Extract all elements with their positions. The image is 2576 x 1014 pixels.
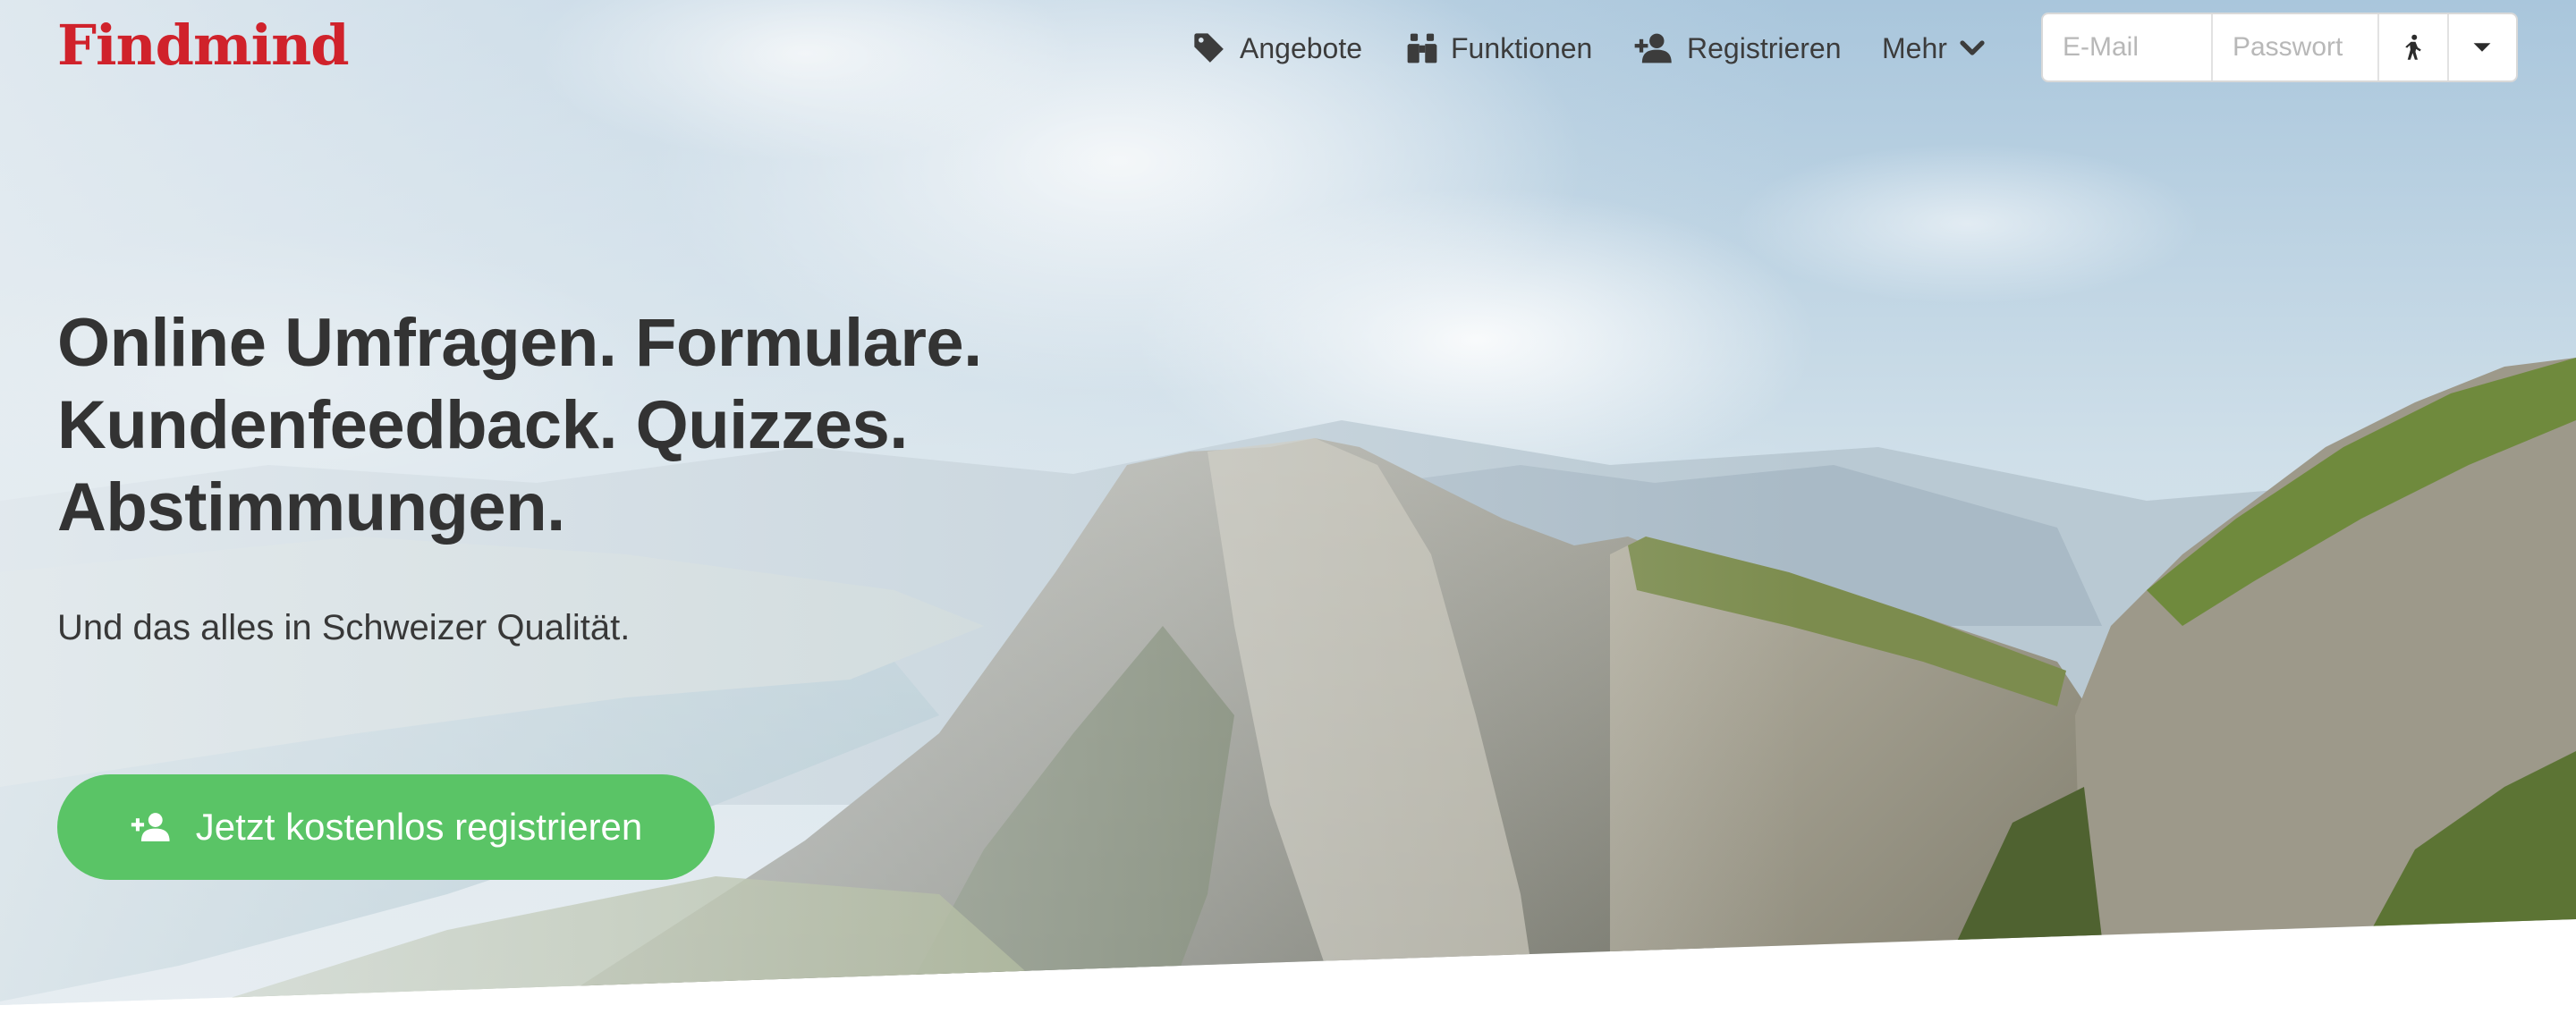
nav-item-label: Angebote bbox=[1240, 31, 1363, 64]
nav-item-label: Funktionen bbox=[1451, 31, 1593, 64]
hero-subline: Und das alles in Schweizer Qualität. bbox=[57, 608, 631, 647]
tag-icon bbox=[1194, 33, 1224, 63]
nav-item-angebote[interactable]: Angebote bbox=[1191, 23, 1362, 73]
user-plus-icon bbox=[131, 813, 170, 841]
binoculars-icon bbox=[1407, 33, 1437, 63]
headline-line: Abstimmungen. bbox=[57, 469, 565, 545]
headline-line: Kundenfeedback. Quizzes. bbox=[57, 387, 908, 463]
password-input[interactable] bbox=[2212, 14, 2377, 80]
login-options-button[interactable] bbox=[2449, 14, 2516, 80]
headline-line: Online Umfragen. Formulare. bbox=[57, 305, 982, 381]
login-form bbox=[2041, 13, 2518, 82]
walking-person-icon bbox=[2405, 34, 2421, 60]
nav-item-label: Mehr bbox=[1882, 31, 1947, 64]
nav-item-label: Registrieren bbox=[1687, 31, 1842, 64]
caret-down-icon bbox=[2474, 43, 2491, 52]
findmind-logo[interactable]: Findmind bbox=[57, 13, 350, 78]
user-plus-icon bbox=[1634, 33, 1672, 63]
register-free-button[interactable]: Jetzt kostenlos registrieren bbox=[57, 774, 715, 880]
nav-item-mehr[interactable]: Mehr bbox=[1882, 23, 1985, 73]
email-input[interactable] bbox=[2043, 14, 2211, 80]
nav-item-registrieren[interactable]: Registrieren bbox=[1633, 23, 1842, 73]
login-button[interactable] bbox=[2379, 14, 2447, 80]
chevron-down-icon bbox=[1960, 40, 1985, 55]
hero-headline: Online Umfragen. Formulare. Kundenfeedba… bbox=[57, 302, 982, 549]
nav-item-funktionen[interactable]: Funktionen bbox=[1406, 23, 1592, 73]
register-free-button-label: Jetzt kostenlos registrieren bbox=[195, 806, 643, 848]
